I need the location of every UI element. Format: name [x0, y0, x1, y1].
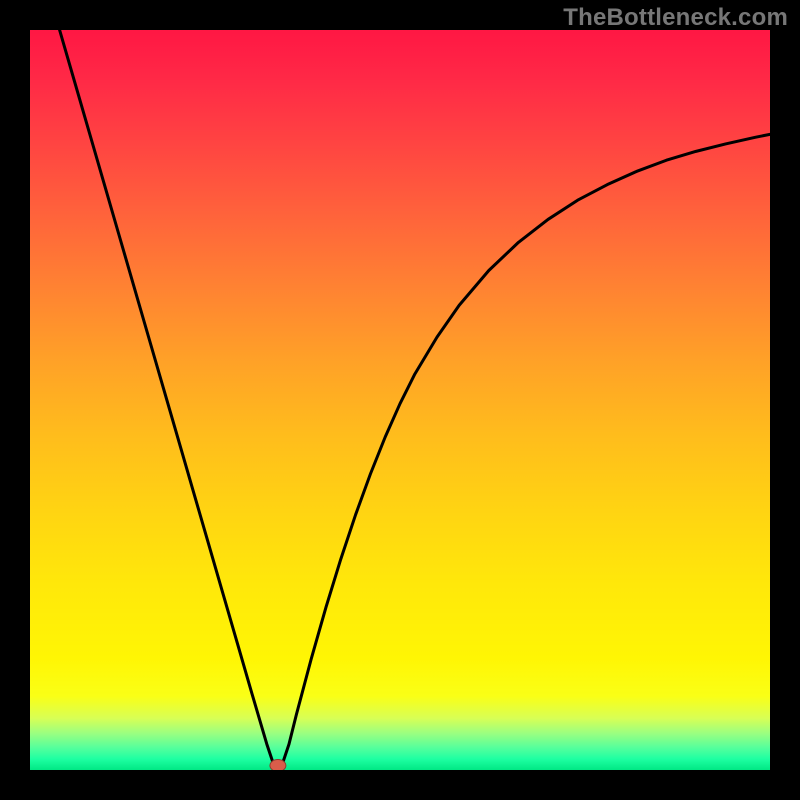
minimum-marker [270, 760, 286, 770]
chart-svg [30, 30, 770, 770]
watermark-text: TheBottleneck.com [563, 4, 788, 32]
plot-background [30, 30, 770, 770]
chart-frame: TheBottleneck.com [0, 0, 800, 800]
